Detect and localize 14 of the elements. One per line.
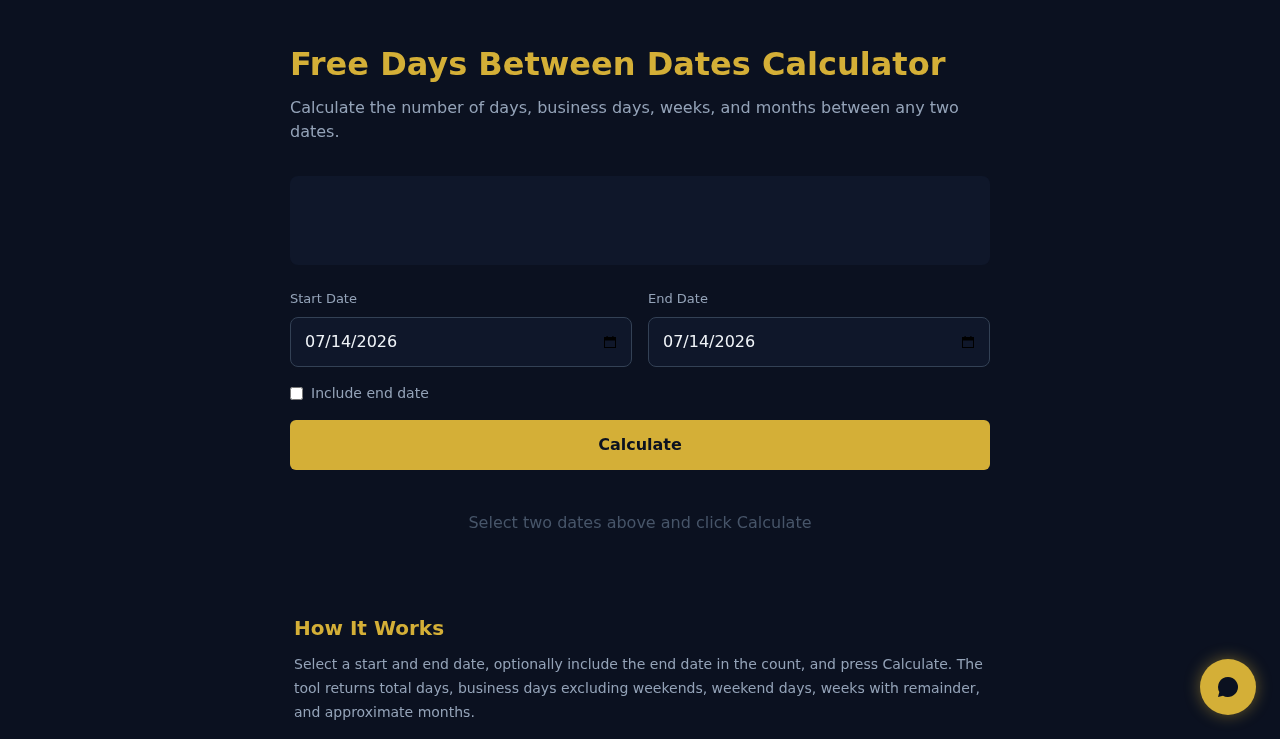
section-text: Select a start and end date, optionally include the end date in the count, and press Calculate. The tool returns total days, business days excluding weekends, weekend days, weeks with remainder, and approximate months. [294, 654, 984, 722]
include-end-date-checkbox[interactable] [290, 386, 303, 400]
date-field[interactable]: 07/14/2026 [290, 316, 632, 367]
result-message: Select two dates above and click Calculate [467, 511, 813, 534]
section-heading: How It Works [294, 615, 446, 640]
field-label: End Date [648, 290, 709, 308]
page-title: Free Days Between Dates Calculator [290, 44, 947, 84]
calculate-button[interactable]: Calculate [290, 419, 990, 470]
field-label: Start Date [290, 290, 358, 308]
include-end-date-label[interactable]: Include end date [311, 382, 429, 404]
chat-bubble-icon [1217, 676, 1239, 698]
page-subtitle: Calculate the number of days, business days, weeks, and months between any two dates. [290, 97, 960, 143]
chat-button[interactable] [1200, 659, 1256, 715]
date-field[interactable]: 07/14/2026 [648, 316, 990, 367]
